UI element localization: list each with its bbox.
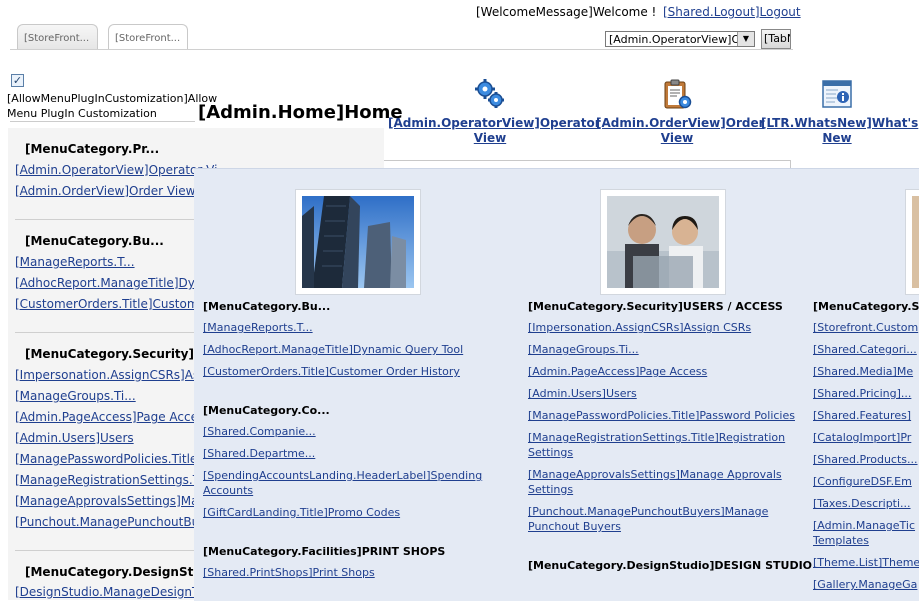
flyout-menu-item[interactable]: [Impersonation.AssignCSRs]Assign CSRs [528, 320, 796, 335]
chevron-down-icon[interactable]: ▼ [737, 32, 754, 46]
divider [10, 121, 195, 122]
left-menu-item[interactable]: [AdhocReport.ManageTitle]Dyn [15, 276, 202, 290]
flyout-menu-item[interactable]: [SpendingAccountsLanding.HeaderLabel]Spe… [203, 468, 503, 498]
flyout-menu-item[interactable]: [Shared.PrintShops]Print Shops [203, 565, 503, 580]
partial-image [905, 189, 919, 295]
flyout-menu-item[interactable]: [ManageApprovalsSettings]Manage Approval… [528, 467, 796, 497]
flyout-menu-item[interactable]: [Shared.Companie... [203, 424, 503, 439]
logout-link[interactable]: [Shared.Logout]Logout [663, 5, 801, 19]
content-border [383, 160, 791, 161]
left-menu-item[interactable]: [CustomerOrders.Title]Custom [15, 297, 199, 311]
flyout-menu-item[interactable]: [Shared.Categori... [813, 342, 919, 357]
order-view-link[interactable]: [Admin.OrderView]Order [596, 116, 765, 130]
left-menu-item[interactable]: [Admin.OrderView]Order View [15, 184, 195, 198]
flyout-menu-item[interactable]: [Admin.ManageTic Templates [813, 518, 919, 548]
operator-view-link[interactable]: [Admin.OperatorView]Operator [388, 116, 601, 130]
whats-new-link-2[interactable]: New [822, 131, 851, 145]
left-menu-item[interactable]: [ManageGroups.Ti... [15, 389, 136, 403]
order-view-link-2[interactable]: View [661, 131, 693, 145]
flyout-menu-item[interactable]: [Shared.Pricing]... [813, 386, 919, 401]
left-menu-item[interactable]: [Impersonation.AssignCSRs]As [15, 368, 199, 382]
buildings-image [295, 189, 421, 295]
whats-new-action[interactable]: [LTR.WhatsNew]What's New [761, 78, 918, 146]
operator-view-action[interactable]: [Admin.OperatorView]Operator View [388, 78, 601, 146]
left-menu-item[interactable]: [Admin.PageAccess]Page Acces [15, 410, 204, 424]
menu-category-heading: [MenuCategory.Sit [813, 300, 919, 313]
flyout-menu-item[interactable]: [GiftCardLanding.Title]Promo Codes [203, 505, 503, 520]
tab-button[interactable]: [TabN [761, 29, 791, 49]
left-menu-item[interactable]: [ManageRegistrationSettings.Tit [15, 473, 208, 487]
flyout-menu-item[interactable]: [Shared.Media]Me [813, 364, 919, 379]
view-select-value: [Admin.OperatorView]Ope [609, 33, 737, 46]
flyout-menu-item[interactable]: [ManagePasswordPolicies.Title]Password P… [528, 408, 796, 423]
divider [15, 332, 195, 333]
operator-view-link-2[interactable]: View [474, 131, 506, 145]
left-menu-item[interactable]: [Admin.OperatorView]Operator Vi [15, 163, 217, 177]
flyout-menu-item[interactable]: [Admin.Users]Users [528, 386, 796, 401]
left-menu-item[interactable]: [DesignStudio.ManageDesignTe [15, 585, 205, 599]
menu-category-heading: [MenuCategory.Bu... [25, 234, 164, 248]
menu-category-heading: [MenuCategory.Facilities]PRINT SHOPS [203, 545, 446, 558]
divider [15, 550, 195, 551]
flyout-menu-item[interactable]: [Storefront.Custom [813, 320, 919, 335]
gears-icon[interactable] [474, 78, 506, 110]
flyout-menu-item[interactable]: [CatalogImport]Pr [813, 430, 919, 445]
left-menu-item[interactable]: [Punchout.ManagePunchoutBuye [15, 515, 214, 529]
divider [15, 219, 195, 220]
flyout-menu-item[interactable]: [Punchout.ManagePunchoutBuyers]Manage Pu… [528, 504, 796, 534]
menu-category-heading: [MenuCategory.Pr... [25, 142, 160, 156]
menu-category-heading: [MenuCategory.DesignStudio]DESIGN STUDIO [528, 559, 813, 572]
flyout-menu-item[interactable]: [Gallery.ManageGa [813, 577, 919, 592]
welcome-message: [WelcomeMessage]Welcome ! [476, 5, 657, 19]
flyout-column-2: [MenuCategory.Security]USERS / ACCESS [I… [528, 300, 813, 572]
page-title: [Admin.Home]Home [198, 102, 403, 123]
flyout-menu-item[interactable]: [ManageRegistrationSettings.Title]Regist… [528, 430, 796, 460]
flyout-column-1: [MenuCategory.Bu... [ManageReports.T... … [203, 300, 503, 580]
customization-label: [AllowMenuPlugInCustomization]Allow Menu… [7, 92, 218, 120]
flyout-menu-item[interactable]: [Shared.Features] [813, 408, 919, 423]
tab-storefront-2[interactable]: [StoreFront... [108, 24, 188, 49]
flyout-menu: [MenuCategory.Bu... [ManageReports.T... … [194, 168, 919, 601]
left-menu-item[interactable]: [Admin.Users]Users [15, 431, 134, 445]
tab-divider [10, 49, 793, 50]
flyout-menu-item[interactable]: [ManageGroups.Ti... [528, 342, 796, 357]
flyout-column-3: [MenuCategory.Sit [Storefront.Custom [Sh… [813, 300, 919, 592]
flyout-menu-item[interactable]: [CustomerOrders.Title]Customer Order His… [203, 364, 503, 379]
flyout-menu-item[interactable]: [Taxes.Descripti... [813, 496, 919, 511]
left-menu-item[interactable]: [ManageReports.T... [15, 255, 135, 269]
clipboard-gear-icon[interactable] [661, 78, 693, 110]
flyout-menu-item[interactable]: [Admin.PageAccess]Page Access [528, 364, 796, 379]
customization-checkbox[interactable]: ✓ [11, 74, 24, 87]
flyout-menu-item[interactable]: [ConfigureDSF.Em [813, 474, 919, 489]
order-view-action[interactable]: [Admin.OrderView]Order View [596, 78, 765, 146]
flyout-menu-item[interactable]: [AdhocReport.ManageTitle]Dynamic Query T… [203, 342, 503, 357]
tab-storefront-1[interactable]: [StoreFront... [17, 24, 98, 49]
view-select[interactable]: [Admin.OperatorView]Ope ▼ [605, 31, 755, 47]
menu-category-heading: [MenuCategory.Co... [203, 404, 330, 417]
flyout-menu-item[interactable]: [ManageReports.T... [203, 320, 503, 335]
left-menu-item[interactable]: [ManagePasswordPolicies.Title] [15, 452, 202, 466]
info-window-icon[interactable] [821, 78, 853, 110]
flyout-menu-item[interactable]: [Shared.Products... [813, 452, 919, 467]
flyout-menu-item[interactable]: [Theme.List]Theme [813, 555, 919, 570]
left-menu-item[interactable]: [ManageApprovalsSettings]Man [15, 494, 206, 508]
menu-category-heading: [MenuCategory.Security]USERS / ACCESS [528, 300, 783, 313]
flyout-menu-item[interactable]: [Shared.Departme... [203, 446, 503, 461]
menu-category-heading: [MenuCategory.Bu... [203, 300, 331, 313]
whats-new-link[interactable]: [LTR.WhatsNew]What's [761, 116, 918, 130]
people-image [600, 189, 726, 295]
